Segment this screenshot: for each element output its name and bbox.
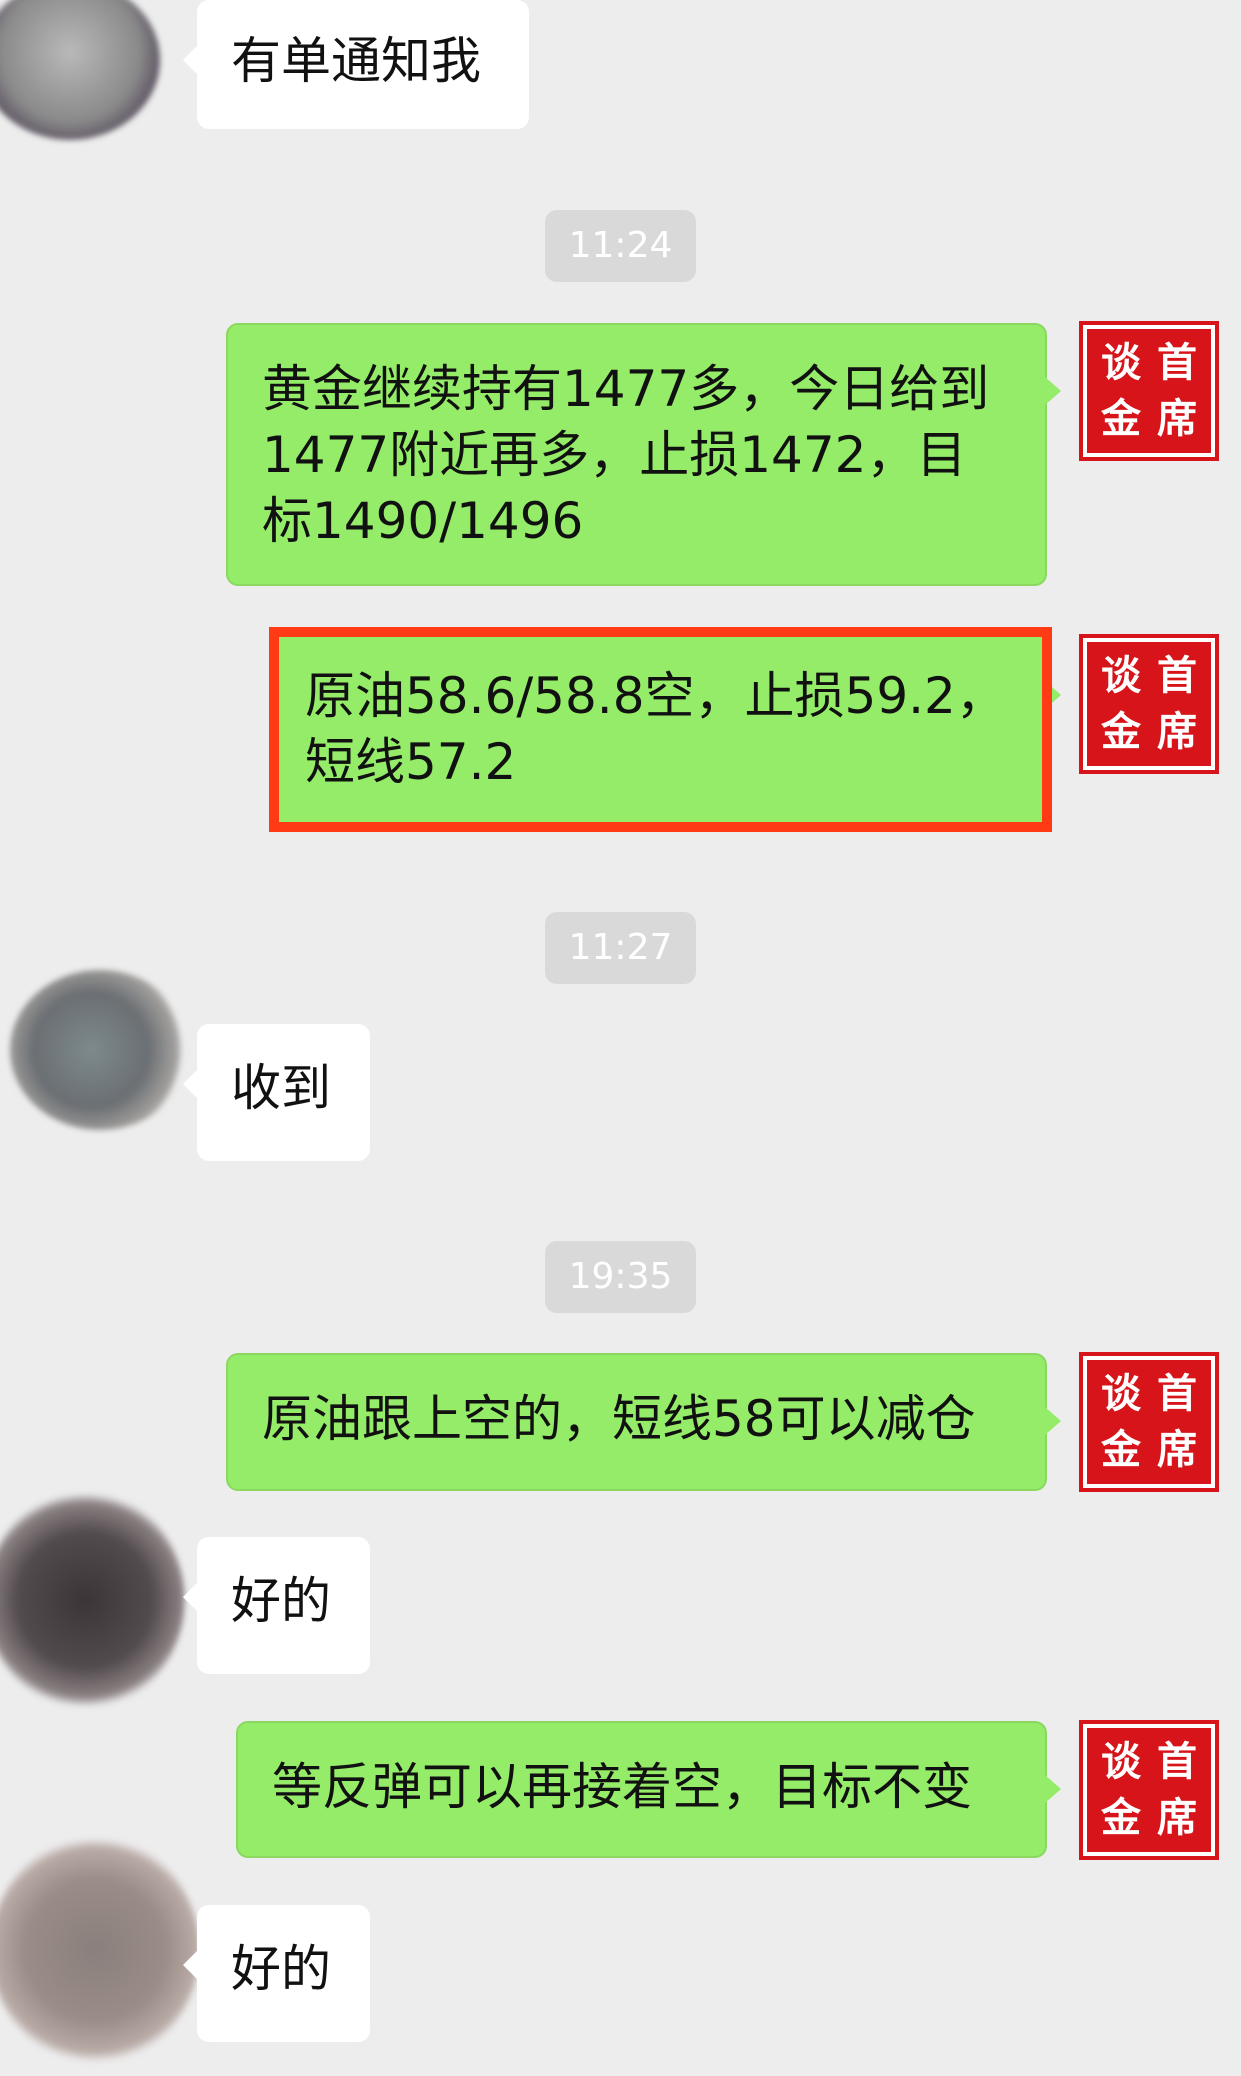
- sender-avatar-seal[interactable]: 谈 首 金 席: [1079, 321, 1219, 461]
- timestamp-text: 11:24: [544, 210, 697, 282]
- message-text: 原油58.6/58.8空，止损59.2，短线57.2: [305, 667, 1006, 791]
- timestamp-text: 19:35: [544, 1241, 697, 1313]
- message-text: 有单通知我: [231, 32, 481, 90]
- sender-avatar-seal[interactable]: 谈 首 金 席: [1079, 1720, 1219, 1860]
- timestamp: 19:35: [0, 1241, 1241, 1313]
- seal-char: 首: [1157, 339, 1197, 386]
- sender-avatar-seal[interactable]: 谈 首 金 席: [1079, 634, 1219, 774]
- seal-char: 谈: [1101, 1370, 1141, 1417]
- contact-avatar[interactable]: [0, 1490, 185, 1710]
- message-outgoing[interactable]: 等反弹可以再接着空，目标不变: [236, 1721, 1061, 1858]
- seal-char: 席: [1157, 1426, 1197, 1473]
- message-incoming[interactable]: 好的: [183, 1905, 370, 2042]
- sender-avatar-seal[interactable]: 谈 首 金 席: [1079, 1352, 1219, 1492]
- seal-char: 首: [1157, 1738, 1197, 1785]
- message-incoming[interactable]: 有单通知我: [183, 0, 529, 129]
- contact-avatar[interactable]: [0, 0, 160, 140]
- seal-char: 金: [1101, 395, 1141, 442]
- timestamp: 11:24: [0, 210, 1241, 282]
- message-text: 收到: [231, 1059, 331, 1117]
- seal-char: 金: [1101, 1794, 1141, 1841]
- seal-char: 谈: [1101, 339, 1141, 386]
- message-outgoing[interactable]: 原油58.6/58.8空，止损59.2，短线57.2: [269, 627, 1061, 829]
- message-text: 等反弹可以再接着空，目标不变: [272, 1758, 972, 1816]
- message-incoming[interactable]: 好的: [183, 1537, 370, 1674]
- message-text: 原油跟上空的，短线58可以减仓: [262, 1390, 976, 1448]
- message-text: 黄金继续持有1477多，今日给到1477附近再多，止损1472，目标1490/1…: [262, 360, 990, 550]
- message-outgoing[interactable]: 原油跟上空的，短线58可以减仓: [226, 1353, 1061, 1491]
- seal-char: 首: [1157, 1370, 1197, 1417]
- message-text: 好的: [231, 1572, 331, 1630]
- timestamp: 11:27: [0, 912, 1241, 984]
- seal-char: 金: [1101, 1426, 1141, 1473]
- message-outgoing[interactable]: 黄金继续持有1477多，今日给到1477附近再多，止损1472，目标1490/1…: [226, 323, 1061, 586]
- timestamp-text: 11:27: [544, 912, 697, 984]
- contact-avatar[interactable]: [0, 1835, 200, 2065]
- contact-avatar[interactable]: [10, 970, 190, 1130]
- message-text: 好的: [231, 1940, 331, 1998]
- message-incoming[interactable]: 收到: [183, 1024, 370, 1161]
- seal-char: 席: [1157, 395, 1197, 442]
- seal-char: 谈: [1101, 652, 1141, 699]
- seal-char: 席: [1157, 708, 1197, 755]
- seal-char: 谈: [1101, 1738, 1141, 1785]
- seal-char: 席: [1157, 1794, 1197, 1841]
- seal-char: 金: [1101, 708, 1141, 755]
- seal-char: 首: [1157, 652, 1197, 699]
